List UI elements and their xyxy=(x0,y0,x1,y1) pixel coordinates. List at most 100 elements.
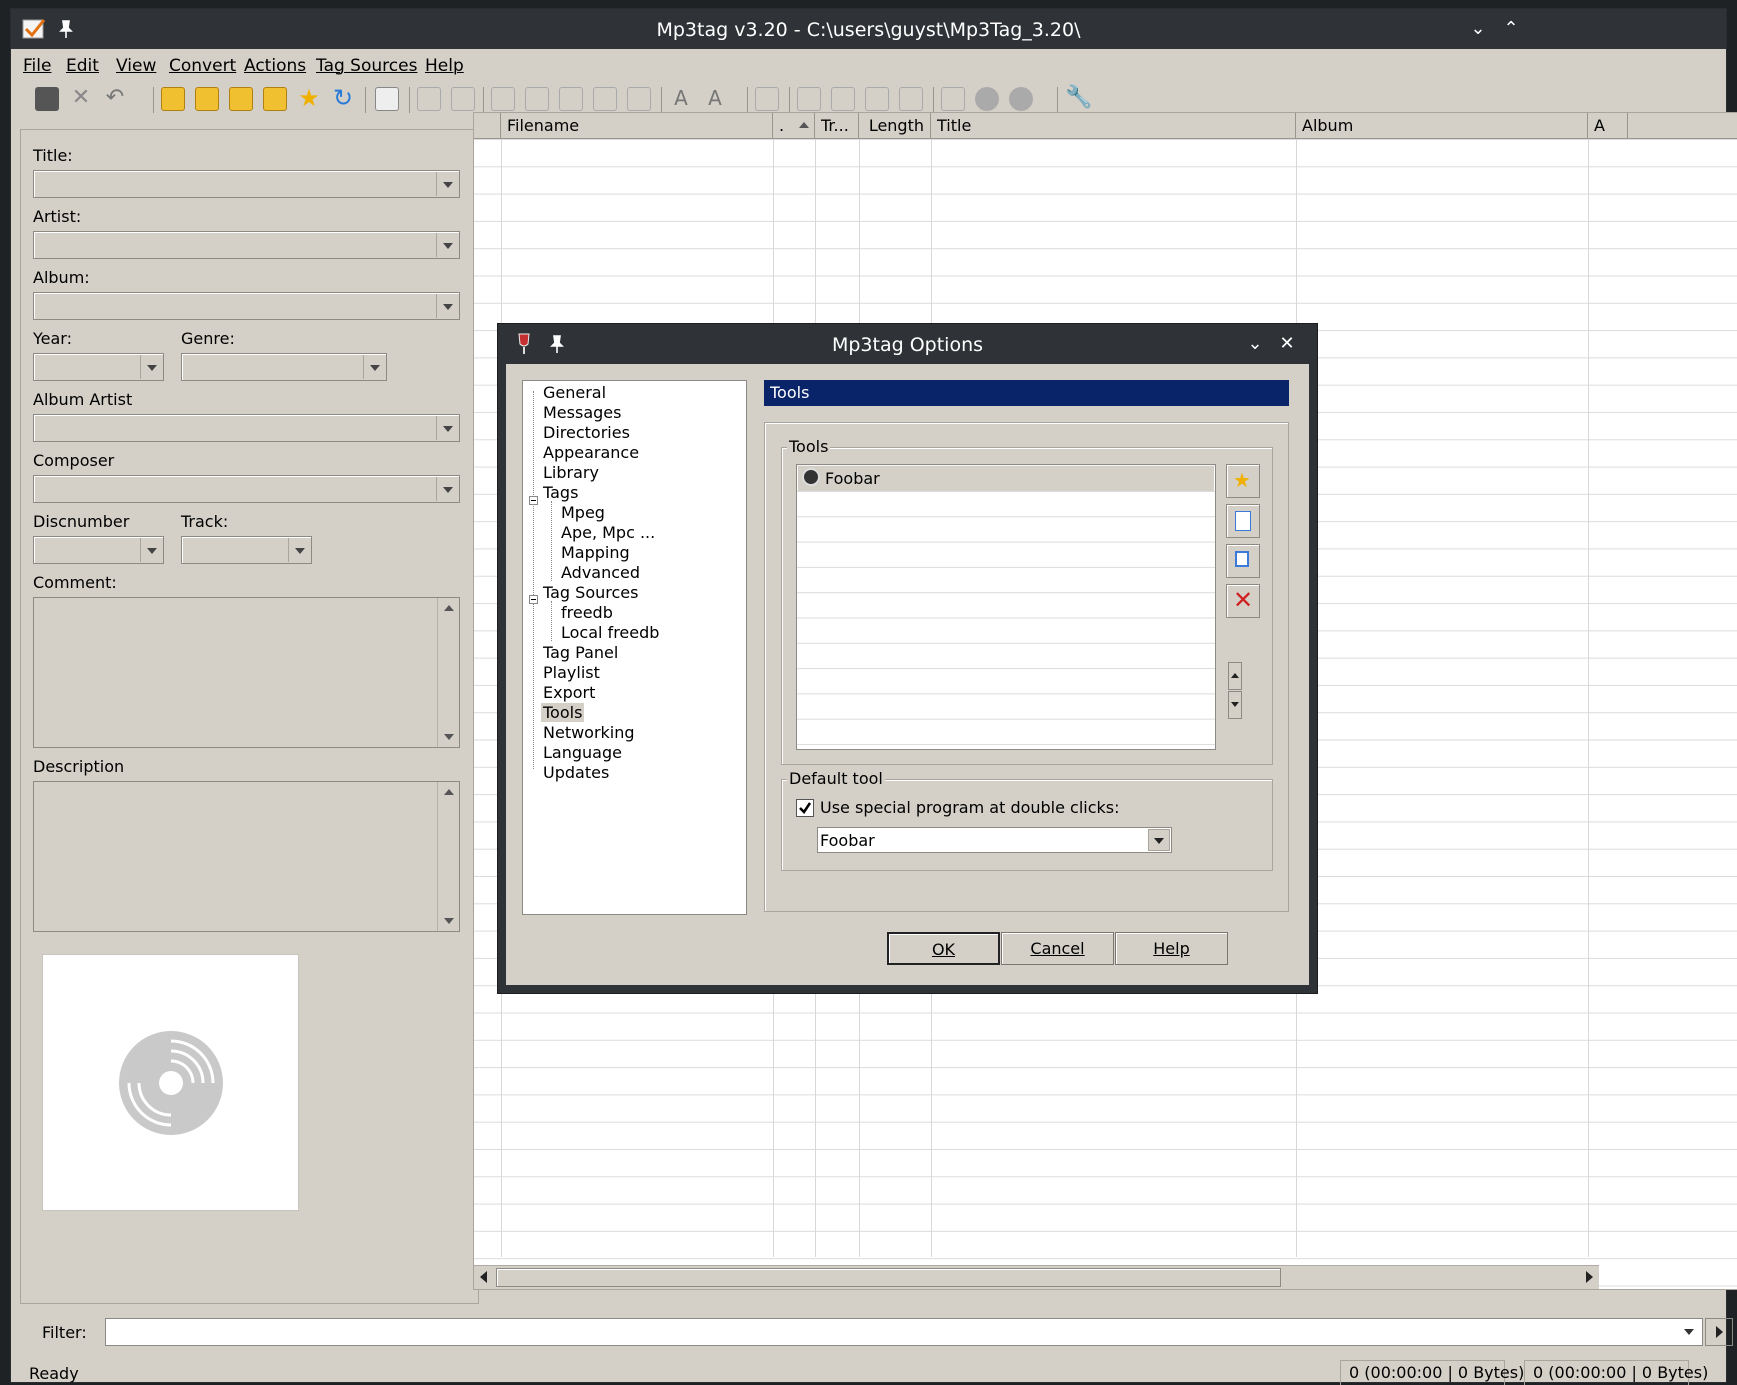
delete-tool-button[interactable]: ✕ xyxy=(1226,584,1260,618)
cancel-button[interactable]: Cancel xyxy=(1001,932,1114,965)
minimize-icon[interactable]: ⌄ xyxy=(1243,332,1267,356)
playlist-icon[interactable] xyxy=(831,87,855,111)
text-to-tag-icon[interactable] xyxy=(559,87,583,111)
menu-file[interactable]: File xyxy=(23,56,51,76)
comment-textarea[interactable] xyxy=(33,597,460,748)
tree-item-export[interactable]: Export xyxy=(541,683,597,702)
year-combo[interactable] xyxy=(33,353,164,381)
menu-actions[interactable]: Actions xyxy=(244,56,306,76)
select-all-icon[interactable] xyxy=(375,87,399,111)
column-header-artist[interactable]: A xyxy=(1588,113,1628,139)
collapse-icon[interactable] xyxy=(529,496,538,505)
filename-to-tag-icon[interactable] xyxy=(525,87,549,111)
chevron-down-icon[interactable] xyxy=(363,355,385,379)
tree-item-local-freedb[interactable]: Local freedb xyxy=(559,623,661,642)
default-tool-combo[interactable]: Foobar xyxy=(817,827,1172,853)
tree-item-messages[interactable]: Messages xyxy=(541,403,623,422)
new-tool-button[interactable]: ★ xyxy=(1226,464,1260,498)
move-up-button[interactable] xyxy=(1228,662,1242,690)
scroll-left-icon[interactable] xyxy=(480,1271,487,1283)
case-conversion-icon[interactable]: A xyxy=(669,87,693,111)
tree-item-mpeg[interactable]: Mpeg xyxy=(559,503,607,522)
menu-tag-sources[interactable]: Tag Sources xyxy=(316,56,417,76)
star-icon[interactable]: ★ xyxy=(297,86,321,111)
tag-sources-icon[interactable] xyxy=(1009,87,1033,111)
tag-to-text-icon[interactable] xyxy=(627,87,651,111)
duplicate-tool-button[interactable] xyxy=(1226,544,1260,578)
column-header-extension[interactable]: . xyxy=(773,113,815,139)
ok-button[interactable]: OK xyxy=(887,932,1000,965)
artist-combo[interactable] xyxy=(33,231,460,259)
minimize-icon[interactable]: ⌄ xyxy=(1466,17,1490,41)
scrollbar-thumb[interactable] xyxy=(496,1268,1281,1287)
column-header-filename[interactable]: Filename xyxy=(501,113,773,139)
print-preview-icon[interactable] xyxy=(451,87,475,111)
export-icon[interactable] xyxy=(797,87,821,111)
tree-item-tools[interactable]: Tools xyxy=(541,703,585,722)
chevron-down-icon[interactable] xyxy=(140,355,162,379)
main-titlebar[interactable]: Mp3tag v3.20 - C:\users\guyst\Mp3Tag_3.2… xyxy=(11,9,1726,49)
description-scrollbar[interactable] xyxy=(437,782,459,931)
tree-item-appearance[interactable]: Appearance xyxy=(541,443,641,462)
favorite-folder-icon[interactable] xyxy=(263,87,287,111)
autonumbering-icon[interactable] xyxy=(899,87,923,111)
extended-tags-icon[interactable] xyxy=(755,87,779,111)
filter-input[interactable] xyxy=(105,1318,1703,1346)
genre-combo[interactable] xyxy=(181,353,387,381)
tree-item-tag-sources[interactable]: Tag Sources xyxy=(541,583,640,602)
refresh-icon[interactable]: ↻ xyxy=(331,86,355,111)
undo-icon[interactable]: ↶ xyxy=(103,87,127,111)
album-artist-combo[interactable] xyxy=(33,414,460,442)
print-icon[interactable] xyxy=(417,87,441,111)
tag-to-tag-icon[interactable] xyxy=(593,87,617,111)
tree-item-library[interactable]: Library xyxy=(541,463,601,482)
menu-view[interactable]: View xyxy=(116,56,156,76)
horizontal-scrollbar[interactable] xyxy=(474,1265,1599,1289)
menu-help[interactable]: Help xyxy=(425,56,464,76)
scroll-right-icon[interactable] xyxy=(1586,1271,1593,1283)
use-special-program-label[interactable]: Use special program at double clicks: xyxy=(820,798,1120,817)
composer-combo[interactable] xyxy=(33,475,460,503)
freedb-icon[interactable] xyxy=(941,87,965,111)
description-textarea[interactable] xyxy=(33,781,460,932)
title-combo[interactable] xyxy=(33,170,460,198)
column-header-track[interactable]: Tr... xyxy=(815,113,859,139)
move-down-button[interactable] xyxy=(1228,691,1242,719)
help-button[interactable]: Help xyxy=(1115,932,1228,965)
filter-apply-button[interactable] xyxy=(1705,1318,1733,1346)
chevron-down-icon[interactable] xyxy=(1148,829,1170,851)
tools-list-item[interactable]: Foobar xyxy=(798,466,1214,491)
chevron-down-icon[interactable] xyxy=(436,294,458,318)
dialog-titlebar[interactable]: Mp3tag Options ⌄ ✕ xyxy=(498,324,1317,364)
tree-item-updates[interactable]: Updates xyxy=(541,763,611,782)
tree-item-mapping[interactable]: Mapping xyxy=(559,543,632,562)
chevron-down-icon[interactable] xyxy=(436,233,458,257)
chevron-down-icon[interactable] xyxy=(436,172,458,196)
use-special-program-checkbox[interactable] xyxy=(796,799,814,817)
chevron-down-icon[interactable] xyxy=(436,477,458,501)
change-directory-icon[interactable] xyxy=(161,87,185,111)
edit-tool-button[interactable] xyxy=(1226,504,1260,538)
menu-convert[interactable]: Convert xyxy=(169,56,236,76)
chevron-down-icon[interactable] xyxy=(140,538,162,562)
wrench-icon[interactable]: 🔧 xyxy=(1065,87,1092,111)
web-sources-icon[interactable] xyxy=(975,87,999,111)
add-directory-icon[interactable] xyxy=(195,87,219,111)
tag-to-filename-icon[interactable] xyxy=(491,87,515,111)
tree-item-tags[interactable]: Tags xyxy=(541,483,580,502)
actions-icon[interactable]: A xyxy=(703,87,727,111)
tree-item-ape-mpc[interactable]: Ape, Mpc ... xyxy=(559,523,657,542)
chevron-down-icon[interactable] xyxy=(436,416,458,440)
tree-item-freedb[interactable]: freedb xyxy=(559,603,615,622)
scroll-up-icon[interactable] xyxy=(438,598,459,618)
tree-item-general[interactable]: General xyxy=(541,383,608,402)
open-folder-icon[interactable] xyxy=(229,87,253,111)
tree-item-playlist[interactable]: Playlist xyxy=(541,663,602,682)
remove-tag-icon[interactable]: ✕ xyxy=(69,87,93,111)
album-combo[interactable] xyxy=(33,292,460,320)
tree-item-networking[interactable]: Networking xyxy=(541,723,637,742)
cover-art[interactable] xyxy=(42,954,299,1211)
tree-item-advanced[interactable]: Advanced xyxy=(559,563,642,582)
maximize-icon[interactable]: ⌃ xyxy=(1499,17,1523,41)
track-combo[interactable] xyxy=(181,536,312,564)
